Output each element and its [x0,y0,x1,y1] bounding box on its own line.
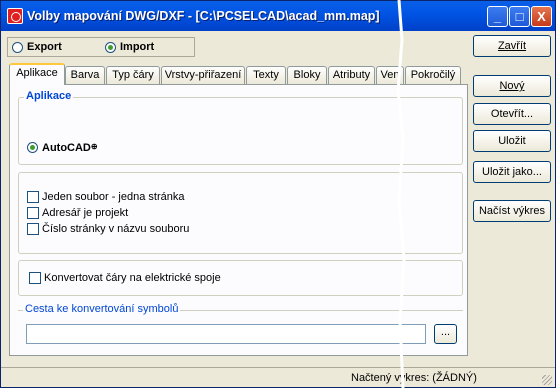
autocad-suffix-icon: ⊕ [90,142,98,151]
load-drawing-button[interactable]: Načíst výkres [473,200,551,222]
import-label[interactable]: Import [120,41,154,53]
export-label[interactable]: Export [27,41,62,53]
resize-grip[interactable] [542,375,552,385]
tab-typ-cary[interactable]: Typ čáry [106,66,160,84]
new-button-label: Nový [499,80,525,92]
status-bar: Načtený výkres: (ŽÁDNÝ) [1,367,555,388]
close-button[interactable]: Zavřít [473,35,551,57]
tab-pokrocily[interactable]: Pokročilý [405,66,461,84]
tab-ven[interactable]: Ven [376,66,404,84]
one-file-checkbox[interactable] [27,191,39,203]
app-group-title: Aplikace [24,90,74,102]
autocad-radio[interactable] [27,142,38,153]
window-title: Volby mapování DWG/DXF - [C:\PCSELCAD\ac… [27,9,380,23]
symbol-path-label: Cesta ke konvertování symbolů [23,303,181,315]
minimize-button[interactable]: _ [487,6,508,27]
status-text: Načtený výkres: (ŽÁDNÝ) [351,372,477,384]
save-as-button[interactable]: Uložit jako... [473,161,551,183]
one-file-label[interactable]: Jeden soubor - jedna stránka [42,191,184,203]
title-bar[interactable]: Volby mapování DWG/DXF - [C:\PCSELCAD\ac… [1,1,555,31]
folder-project-label[interactable]: Adresář je projekt [42,207,128,219]
convert-lines-label[interactable]: Konvertovat čáry na elektrické spoje [44,272,221,284]
export-radio[interactable] [12,42,23,53]
autocad-text: AutoCAD [42,142,91,154]
app-icon [7,8,23,24]
browse-button[interactable]: ... [434,324,457,344]
open-button[interactable]: Otevřít... [473,103,551,125]
folder-project-checkbox[interactable] [27,207,39,219]
save-button[interactable]: Uložit [473,130,551,152]
page-number-label[interactable]: Číslo stránky v názvu souboru [42,223,189,235]
mode-radio-group: Export Import [7,37,195,57]
tab-barva[interactable]: Barva [65,66,105,84]
close-button-label: Zavřít [497,40,527,52]
tab-panel-aplikace: Aplikace AutoCAD⊕ Jeden soubor - jedna s… [9,84,468,356]
tab-atributy[interactable]: Atributy [328,66,375,84]
convert-groupbox: Konvertovat čáry na elektrické spoje [18,260,463,296]
maximize-button[interactable]: □ [509,6,530,27]
tab-vrstvy-prirazeni[interactable]: Vrstvy-přiřazení [161,66,245,84]
tab-bloky[interactable]: Bloky [287,66,327,84]
tab-texty[interactable]: Texty [246,66,286,84]
options-groupbox: Jeden soubor - jedna stránka Adresář je … [18,172,463,254]
symbol-path-input[interactable] [26,324,426,344]
tab-aplikace[interactable]: Aplikace [9,63,65,85]
dialog-window: Volby mapování DWG/DXF - [C:\PCSELCAD\ac… [0,0,556,388]
app-groupbox: Aplikace AutoCAD⊕ [18,90,463,165]
autocad-label[interactable]: AutoCAD⊕ [42,142,98,154]
convert-lines-checkbox[interactable] [29,272,41,284]
new-button[interactable]: Nový [473,75,551,97]
close-window-button[interactable]: X [531,6,552,27]
page-number-checkbox[interactable] [27,223,39,235]
import-radio[interactable] [105,42,116,53]
